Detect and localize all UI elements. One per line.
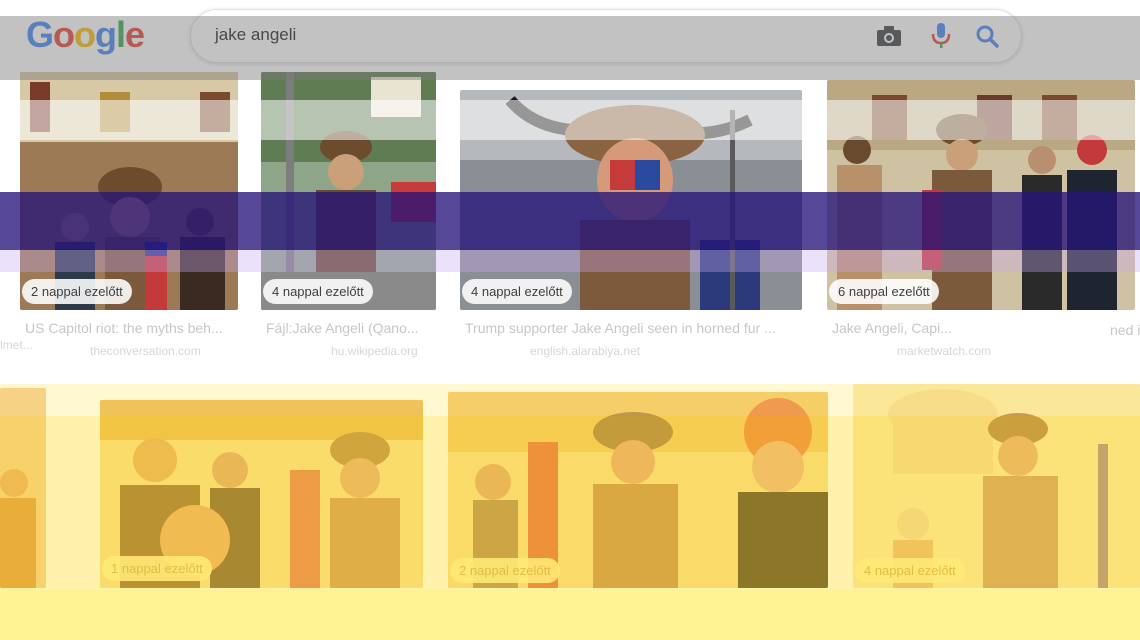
logo-letter: l	[116, 14, 126, 55]
logo-letter: o	[53, 14, 75, 55]
image-result[interactable]: 4 nappal ezelőtt	[853, 384, 1140, 594]
logo-letter: G	[26, 14, 54, 55]
age-badge: 2 nappal ezelőtt	[450, 558, 560, 583]
image-result[interactable]: 4 nappal ezelőtt Fájl:Jake Angeli (Qano.…	[261, 72, 436, 362]
microphone-icon[interactable]	[925, 20, 957, 52]
camera-icon[interactable]	[873, 20, 905, 52]
result-thumbnail[interactable]	[20, 72, 238, 310]
image-result[interactable]: 4 nappal ezelőtt Trump supporter Jake An…	[460, 72, 802, 362]
result-source[interactable]: marketwatch.com	[897, 344, 991, 358]
result-thumbnail[interactable]	[0, 388, 46, 588]
search-icon[interactable]	[971, 20, 1003, 52]
header: Google jake angeli	[0, 0, 1140, 70]
result-source[interactable]: theconversation.com	[90, 344, 201, 358]
age-badge: 4 nappal ezelőtt	[855, 558, 965, 583]
result-title[interactable]: Jake Angeli, Capi...	[832, 320, 1132, 336]
result-source[interactable]: english.alarabiya.net	[530, 344, 640, 358]
result-title[interactable]: Trump supporter Jake Angeli seen in horn…	[465, 320, 800, 336]
search-input[interactable]: jake angeli	[215, 25, 296, 45]
result-thumbnail[interactable]	[827, 80, 1135, 310]
age-badge: 1 nappal ezelőtt	[102, 556, 212, 581]
age-badge: 4 nappal ezelőtt	[263, 279, 373, 304]
age-badge: 4 nappal ezelőtt	[462, 279, 572, 304]
logo-letter: g	[95, 14, 117, 55]
image-result[interactable]: 2 nappal ezelőtt US Capitol riot: the my…	[20, 72, 238, 362]
edge-fragment-text: ned i	[1110, 322, 1140, 338]
google-logo[interactable]: Google	[26, 14, 145, 56]
result-thumbnail[interactable]	[460, 90, 802, 310]
result-title[interactable]: US Capitol riot: the myths beh...	[25, 320, 235, 336]
age-badge: 6 nappal ezelőtt	[829, 279, 939, 304]
logo-letter: e	[125, 14, 145, 55]
search-box[interactable]: jake angeli	[190, 9, 1022, 63]
result-thumbnail[interactable]	[261, 72, 436, 310]
image-result[interactable]: 1 nappal ezelőtt	[100, 400, 423, 600]
edge-fragment-text: lmet...	[0, 338, 33, 352]
result-source[interactable]: hu.wikipedia.org	[331, 344, 418, 358]
image-result[interactable]: 2 nappal ezelőtt	[448, 392, 828, 592]
logo-letter: o	[74, 14, 96, 55]
image-result[interactable]	[0, 388, 46, 588]
age-badge: 2 nappal ezelőtt	[22, 279, 132, 304]
image-result[interactable]: 6 nappal ezelőtt Jake Angeli, Capi... ma…	[827, 72, 1135, 362]
result-title[interactable]: Fájl:Jake Angeli (Qano...	[266, 320, 436, 336]
